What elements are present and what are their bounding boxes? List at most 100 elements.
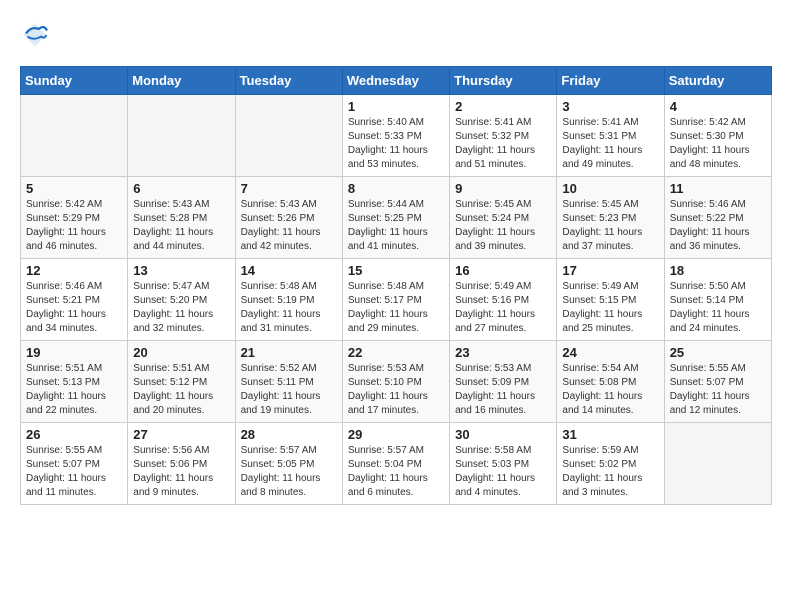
day-number: 22: [348, 345, 444, 360]
calendar-cell: 15Sunrise: 5:48 AM Sunset: 5:17 PM Dayli…: [342, 259, 449, 341]
day-info: Sunrise: 5:46 AM Sunset: 5:21 PM Dayligh…: [26, 280, 122, 336]
day-info: Sunrise: 5:53 AM Sunset: 5:09 PM Dayligh…: [455, 362, 551, 418]
day-header-tuesday: Tuesday: [235, 67, 342, 95]
day-info: Sunrise: 5:55 AM Sunset: 5:07 PM Dayligh…: [670, 362, 766, 418]
day-number: 7: [241, 181, 337, 196]
calendar-cell: 7 Sunrise: 5:43 AM Sunset: 5:26 PM Daylig…: [235, 177, 342, 259]
day-info: Sunrise: 5:59 AM Sunset: 5:02 PM Dayligh…: [562, 444, 658, 500]
calendar-week-row: 5Sunrise: 5:42 AM Sunset: 5:29 PM Daylig…: [21, 177, 772, 259]
calendar-cell: 4 Sunrise: 5:42 AM Sunset: 5:30 PM Daylig…: [664, 95, 771, 177]
calendar-cell: [128, 95, 235, 177]
calendar-week-row: 26 Sunrise: 5:55 AM Sunset: 5:07 PM Dayli…: [21, 423, 772, 505]
calendar-cell: 31 Sunrise: 5:59 AM Sunset: 5:02 PM Dayli…: [557, 423, 664, 505]
day-info: Sunrise: 5:42 AM Sunset: 5:29 PM Dayligh…: [26, 198, 122, 254]
calendar-cell: 26 Sunrise: 5:55 AM Sunset: 5:07 PM Dayli…: [21, 423, 128, 505]
day-number: 29: [348, 427, 444, 442]
day-info: Sunrise: 5:44 AM Sunset: 5:25 PM Dayligh…: [348, 198, 444, 254]
day-info: Sunrise: 5:50 AM Sunset: 5:14 PM Dayligh…: [670, 280, 766, 336]
day-number: 8: [348, 181, 444, 196]
day-number: 6: [133, 181, 229, 196]
day-number: 11: [670, 181, 766, 196]
calendar-cell: 19Sunrise: 5:51 AM Sunset: 5:13 PM Dayli…: [21, 341, 128, 423]
day-info: Sunrise: 5:54 AM Sunset: 5:08 PM Dayligh…: [562, 362, 658, 418]
day-number: 13: [133, 263, 229, 278]
calendar-week-row: 19Sunrise: 5:51 AM Sunset: 5:13 PM Dayli…: [21, 341, 772, 423]
calendar-cell: 16Sunrise: 5:49 AM Sunset: 5:16 PM Dayli…: [450, 259, 557, 341]
calendar-cell: 21 Sunrise: 5:52 AM Sunset: 5:11 PM Dayli…: [235, 341, 342, 423]
day-info: Sunrise: 5:48 AM Sunset: 5:19 PM Dayligh…: [241, 280, 337, 336]
day-number: 23: [455, 345, 551, 360]
day-number: 25: [670, 345, 766, 360]
calendar-cell: [21, 95, 128, 177]
day-number: 27: [133, 427, 229, 442]
day-info: Sunrise: 5:55 AM Sunset: 5:07 PM Dayligh…: [26, 444, 122, 500]
calendar-cell: 30Sunrise: 5:58 AM Sunset: 5:03 PM Dayli…: [450, 423, 557, 505]
day-info: Sunrise: 5:45 AM Sunset: 5:24 PM Dayligh…: [455, 198, 551, 254]
calendar-cell: 22 Sunrise: 5:53 AM Sunset: 5:10 PM Dayli…: [342, 341, 449, 423]
day-number: 21: [241, 345, 337, 360]
day-number: 1: [348, 99, 444, 114]
calendar-week-row: 1 Sunrise: 5:40 AM Sunset: 5:33 PM Daylig…: [21, 95, 772, 177]
calendar-cell: 29 Sunrise: 5:57 AM Sunset: 5:04 PM Dayli…: [342, 423, 449, 505]
day-header-sunday: Sunday: [21, 67, 128, 95]
day-info: Sunrise: 5:41 AM Sunset: 5:31 PM Dayligh…: [562, 116, 658, 172]
page-header: [20, 20, 772, 50]
day-info: Sunrise: 5:40 AM Sunset: 5:33 PM Dayligh…: [348, 116, 444, 172]
day-number: 24: [562, 345, 658, 360]
day-number: 19: [26, 345, 122, 360]
day-number: 20: [133, 345, 229, 360]
calendar-cell: 20 Sunrise: 5:51 AM Sunset: 5:12 PM Dayli…: [128, 341, 235, 423]
day-header-saturday: Saturday: [664, 67, 771, 95]
day-info: Sunrise: 5:45 AM Sunset: 5:23 PM Dayligh…: [562, 198, 658, 254]
calendar-cell: 27 Sunrise: 5:56 AM Sunset: 5:06 PM Dayli…: [128, 423, 235, 505]
day-header-friday: Friday: [557, 67, 664, 95]
calendar-cell: 1 Sunrise: 5:40 AM Sunset: 5:33 PM Daylig…: [342, 95, 449, 177]
day-info: Sunrise: 5:53 AM Sunset: 5:10 PM Dayligh…: [348, 362, 444, 418]
day-info: Sunrise: 5:47 AM Sunset: 5:20 PM Dayligh…: [133, 280, 229, 336]
day-info: Sunrise: 5:57 AM Sunset: 5:04 PM Dayligh…: [348, 444, 444, 500]
calendar-cell: 6 Sunrise: 5:43 AM Sunset: 5:28 PM Daylig…: [128, 177, 235, 259]
calendar-cell: 8 Sunrise: 5:44 AM Sunset: 5:25 PM Daylig…: [342, 177, 449, 259]
day-info: Sunrise: 5:52 AM Sunset: 5:11 PM Dayligh…: [241, 362, 337, 418]
logo: [20, 20, 54, 50]
day-number: 31: [562, 427, 658, 442]
day-header-wednesday: Wednesday: [342, 67, 449, 95]
day-info: Sunrise: 5:43 AM Sunset: 5:26 PM Dayligh…: [241, 198, 337, 254]
day-info: Sunrise: 5:57 AM Sunset: 5:05 PM Dayligh…: [241, 444, 337, 500]
calendar-cell: 18 Sunrise: 5:50 AM Sunset: 5:14 PM Dayli…: [664, 259, 771, 341]
day-number: 28: [241, 427, 337, 442]
calendar-cell: 9 Sunrise: 5:45 AM Sunset: 5:24 PM Daylig…: [450, 177, 557, 259]
day-number: 12: [26, 263, 122, 278]
logo-icon: [20, 20, 50, 50]
day-number: 4: [670, 99, 766, 114]
calendar-cell: 10 Sunrise: 5:45 AM Sunset: 5:23 PM Dayli…: [557, 177, 664, 259]
calendar-cell: 25 Sunrise: 5:55 AM Sunset: 5:07 PM Dayli…: [664, 341, 771, 423]
day-info: Sunrise: 5:43 AM Sunset: 5:28 PM Dayligh…: [133, 198, 229, 254]
calendar-cell: 24 Sunrise: 5:54 AM Sunset: 5:08 PM Dayli…: [557, 341, 664, 423]
day-number: 26: [26, 427, 122, 442]
day-number: 9: [455, 181, 551, 196]
day-header-thursday: Thursday: [450, 67, 557, 95]
day-info: Sunrise: 5:42 AM Sunset: 5:30 PM Dayligh…: [670, 116, 766, 172]
day-info: Sunrise: 5:51 AM Sunset: 5:12 PM Dayligh…: [133, 362, 229, 418]
calendar-table: SundayMondayTuesdayWednesdayThursdayFrid…: [20, 66, 772, 505]
calendar-cell: 17Sunrise: 5:49 AM Sunset: 5:15 PM Dayli…: [557, 259, 664, 341]
day-info: Sunrise: 5:49 AM Sunset: 5:15 PM Dayligh…: [562, 280, 658, 336]
calendar-cell: [664, 423, 771, 505]
day-info: Sunrise: 5:56 AM Sunset: 5:06 PM Dayligh…: [133, 444, 229, 500]
calendar-cell: 14Sunrise: 5:48 AM Sunset: 5:19 PM Dayli…: [235, 259, 342, 341]
calendar-header-row: SundayMondayTuesdayWednesdayThursdayFrid…: [21, 67, 772, 95]
day-number: 30: [455, 427, 551, 442]
day-number: 10: [562, 181, 658, 196]
day-number: 2: [455, 99, 551, 114]
calendar-cell: 23 Sunrise: 5:53 AM Sunset: 5:09 PM Dayli…: [450, 341, 557, 423]
calendar-cell: 2Sunrise: 5:41 AM Sunset: 5:32 PM Daylig…: [450, 95, 557, 177]
day-info: Sunrise: 5:46 AM Sunset: 5:22 PM Dayligh…: [670, 198, 766, 254]
calendar-cell: 11 Sunrise: 5:46 AM Sunset: 5:22 PM Dayli…: [664, 177, 771, 259]
day-number: 18: [670, 263, 766, 278]
day-info: Sunrise: 5:48 AM Sunset: 5:17 PM Dayligh…: [348, 280, 444, 336]
calendar-cell: 28 Sunrise: 5:57 AM Sunset: 5:05 PM Dayli…: [235, 423, 342, 505]
calendar-cell: 5Sunrise: 5:42 AM Sunset: 5:29 PM Daylig…: [21, 177, 128, 259]
day-info: Sunrise: 5:49 AM Sunset: 5:16 PM Dayligh…: [455, 280, 551, 336]
calendar-cell: 12 Sunrise: 5:46 AM Sunset: 5:21 PM Dayli…: [21, 259, 128, 341]
